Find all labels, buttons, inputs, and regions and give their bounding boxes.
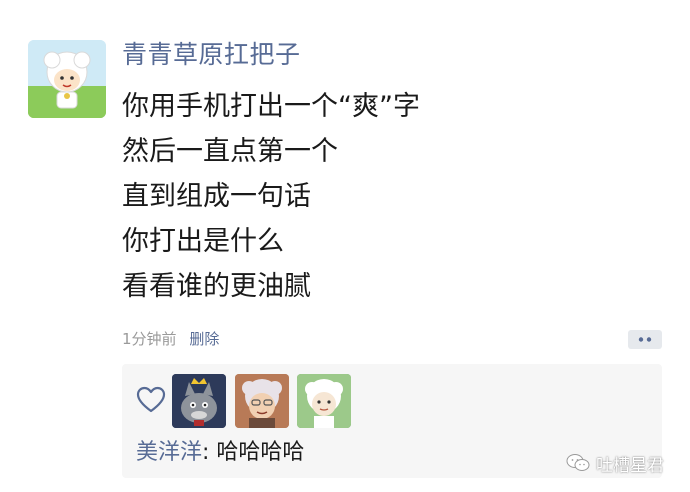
commenter-name[interactable]: 美洋洋 — [136, 440, 202, 465]
wechat-logo-icon — [566, 454, 590, 471]
comment-separator: : — [202, 440, 217, 465]
post-line: 然后一直点第一个 — [122, 136, 338, 167]
post-content: 你用手机打出一个“爽”字 然后一直点第一个 直到组成一句话 你打出是什么 看看谁… — [122, 84, 420, 309]
heart-outline-icon[interactable] — [136, 386, 166, 414]
post-timestamp: 1分钟前 — [122, 330, 177, 348]
watermark-text: 吐槽星君 — [596, 455, 664, 476]
watermark: 吐槽星君 — [566, 452, 664, 476]
sheep-avatar-icon — [297, 374, 351, 428]
post-line: 看看谁的更油腻 — [122, 271, 311, 302]
post-author-name[interactable]: 青青草原扛把子 — [122, 38, 301, 72]
comment-text: 哈哈哈哈 — [216, 440, 305, 465]
more-options-button[interactable] — [628, 330, 662, 349]
more-dots-icon — [638, 337, 652, 342]
post-line: 你用手机打出一个“爽”字 — [122, 91, 420, 122]
avatar[interactable] — [28, 40, 106, 118]
post-line: 直到组成一句话 — [122, 181, 311, 212]
liker-avatar[interactable] — [297, 374, 351, 428]
post-meta: 1分钟前 删除 — [122, 328, 219, 350]
delete-button[interactable]: 删除 — [189, 330, 219, 348]
old-sheep-avatar-icon — [235, 374, 289, 428]
liker-avatar[interactable] — [235, 374, 289, 428]
grey-wolf-avatar-icon — [172, 374, 226, 428]
comment-item: 美洋洋: 哈哈哈哈 — [136, 438, 304, 468]
post-line: 你打出是什么 — [122, 226, 284, 257]
liker-avatar[interactable] — [172, 374, 226, 428]
sheep-avatar-icon — [28, 40, 106, 118]
